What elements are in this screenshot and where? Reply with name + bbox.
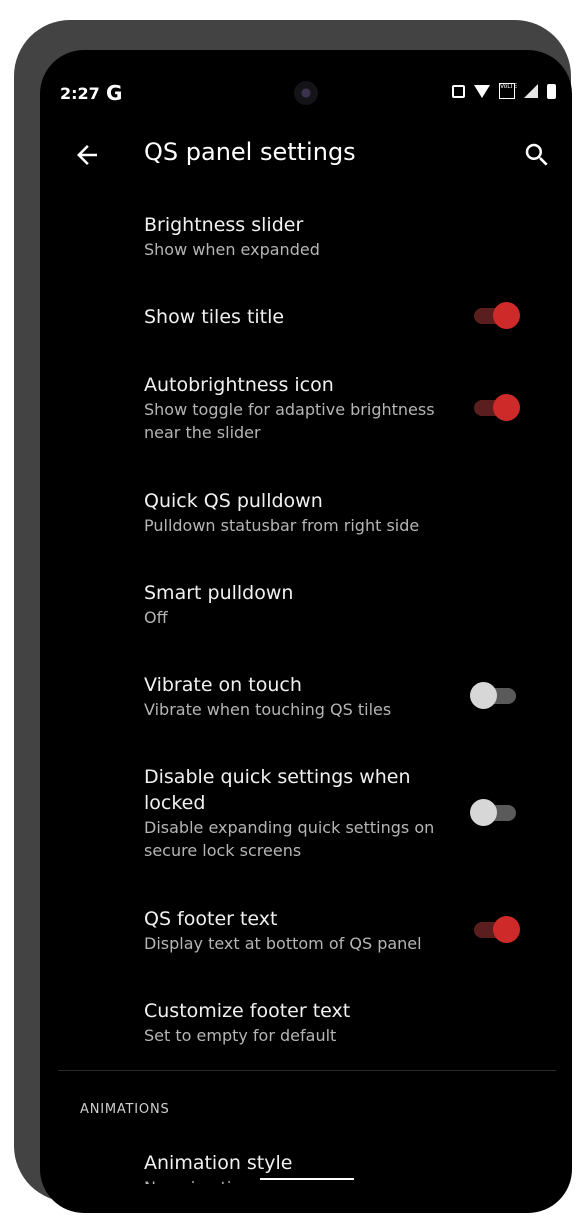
- toggle-vibrate-on-touch[interactable]: [470, 682, 516, 709]
- page-title: QS panel settings: [144, 138, 356, 166]
- setting-title: Customize footer text: [144, 1000, 351, 1022]
- setting-autobrightness-icon[interactable]: Autobrightness icon Show toggle for adap…: [144, 372, 452, 444]
- toggle-qs-footer-text[interactable]: [474, 916, 520, 943]
- app-bar: QS panel settings: [40, 130, 572, 180]
- status-bar: 2:27 G VoLTE: [40, 50, 572, 108]
- toggle-knob: [493, 394, 520, 421]
- setting-brightness-slider[interactable]: Brightness slider Show when expanded: [144, 212, 572, 261]
- setting-subtitle: Pulldown statusbar from right side: [144, 516, 420, 535]
- wifi-icon: [474, 84, 490, 98]
- screen: 2:27 G VoLTE QS panel settings Brightnes…: [40, 50, 572, 1213]
- nfc-icon: [452, 84, 465, 98]
- setting-title: Animation style: [144, 1152, 293, 1174]
- gesture-handle[interactable]: [260, 1178, 354, 1180]
- toggle-knob: [470, 682, 497, 709]
- search-icon[interactable]: [522, 140, 552, 170]
- section-header-animations: ANIMATIONS: [80, 1102, 170, 1117]
- setting-title: Brightness slider: [144, 214, 304, 236]
- toggle-show-tiles-title[interactable]: [474, 302, 520, 329]
- toggle-knob: [470, 799, 497, 826]
- setting-smart-pulldown[interactable]: Smart pulldown Off: [144, 580, 572, 629]
- status-icons: VoLTE: [452, 83, 556, 99]
- setting-subtitle: Show when expanded: [144, 240, 320, 259]
- status-time: 2:27: [60, 84, 100, 103]
- toggle-knob: [493, 916, 520, 943]
- setting-subtitle: Disable expanding quick settings on secu…: [144, 818, 435, 860]
- signal-icon: [524, 84, 538, 98]
- section-divider: [58, 1070, 556, 1071]
- toggle-disable-qs-when-locked[interactable]: [470, 799, 516, 826]
- setting-quick-qs-pulldown[interactable]: Quick QS pulldown Pulldown statusbar fro…: [144, 488, 572, 537]
- setting-subtitle: No animation: [144, 1176, 572, 1184]
- volte-icon: VoLTE: [499, 83, 517, 99]
- setting-subtitle: Show toggle for adaptive brightness near…: [144, 400, 435, 442]
- phone-frame: 2:27 G VoLTE QS panel settings Brightnes…: [14, 20, 572, 1213]
- setting-title: Quick QS pulldown: [144, 490, 323, 512]
- setting-subtitle: Set to empty for default: [144, 1026, 337, 1045]
- setting-title: Autobrightness icon: [144, 374, 334, 396]
- setting-title: Disable quick settings when locked: [144, 766, 411, 814]
- setting-customize-footer-text[interactable]: Customize footer text Set to empty for d…: [144, 998, 572, 1047]
- setting-animation-style[interactable]: Animation style No animation: [144, 1150, 572, 1184]
- setting-disable-qs-when-locked[interactable]: Disable quick settings when locked Disab…: [144, 764, 452, 862]
- battery-icon: [547, 83, 556, 99]
- arrow-left-icon[interactable]: [72, 140, 102, 170]
- toggle-knob: [493, 302, 520, 329]
- camera-cutout: [294, 81, 318, 105]
- setting-subtitle: Off: [144, 608, 168, 627]
- google-icon: G: [106, 81, 123, 105]
- toggle-autobrightness-icon[interactable]: [474, 394, 520, 421]
- setting-title: Smart pulldown: [144, 582, 294, 604]
